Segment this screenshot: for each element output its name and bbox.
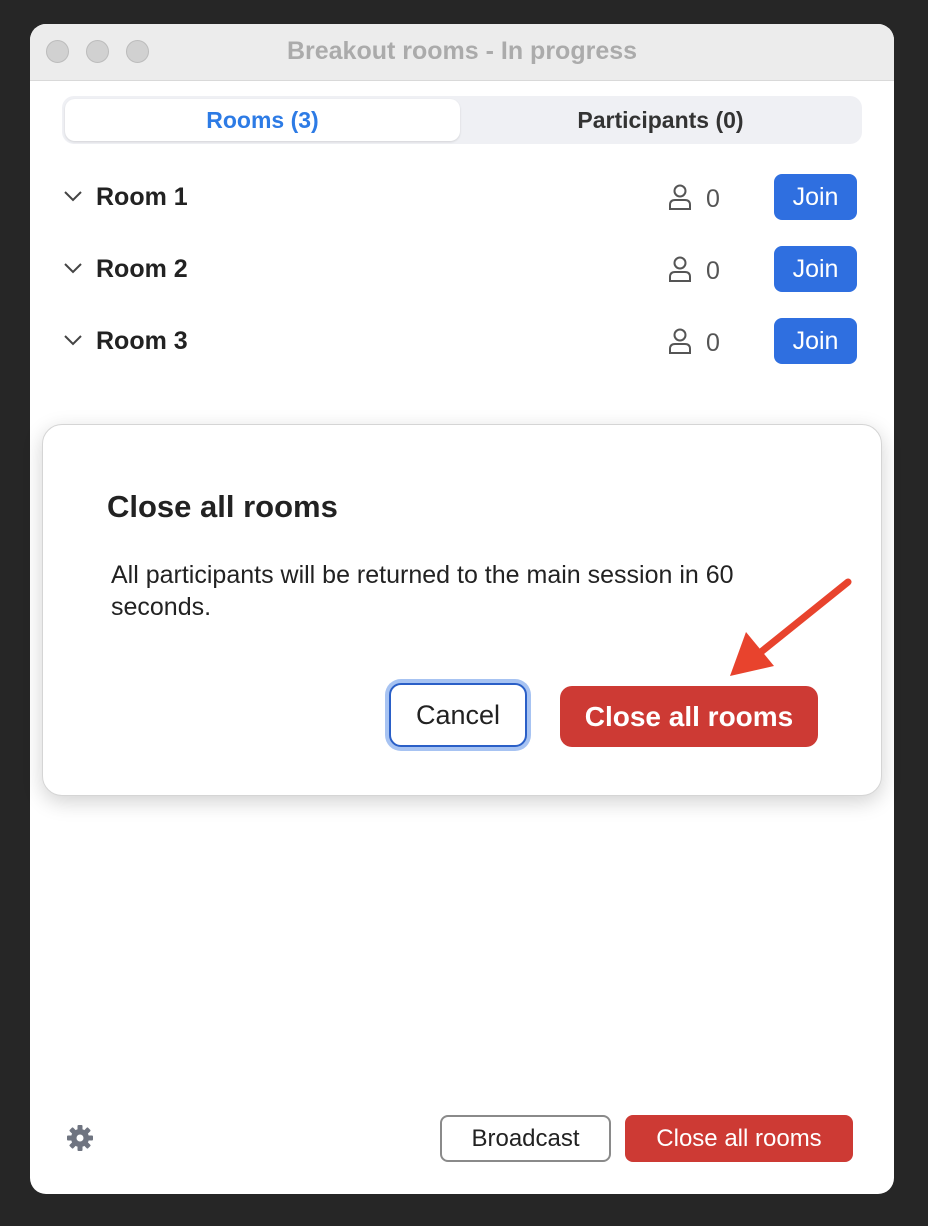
participant-count: 0 — [706, 329, 720, 357]
join-room-button[interactable]: Join — [774, 318, 857, 364]
room-row: Room 2 0 Join — [62, 245, 862, 293]
participant-count: 0 — [706, 185, 720, 213]
tab-rooms[interactable]: Rooms (3) — [65, 99, 460, 141]
gear-icon[interactable] — [66, 1124, 94, 1152]
chevron-down-icon[interactable] — [62, 185, 84, 207]
person-icon — [669, 256, 691, 282]
person-icon — [669, 328, 691, 354]
join-room-button[interactable]: Join — [774, 174, 857, 220]
arrow-icon — [730, 578, 852, 676]
room-name: Room 2 — [96, 255, 188, 283]
close-all-rooms-button[interactable]: Close all rooms — [625, 1115, 853, 1162]
dialog-title: Close all rooms — [107, 489, 338, 524]
tab-participants[interactable]: Participants (0) — [462, 99, 859, 141]
participant-count: 0 — [706, 257, 720, 285]
chevron-down-icon[interactable] — [62, 329, 84, 351]
dialog-message: All participants will be returned to the… — [111, 561, 734, 621]
cancel-button[interactable]: Cancel — [389, 683, 527, 747]
room-name: Room 1 — [96, 183, 188, 211]
join-room-button[interactable]: Join — [774, 246, 857, 292]
chevron-down-icon[interactable] — [62, 257, 84, 279]
title-bar: Breakout rooms - In progress — [30, 24, 894, 81]
broadcast-button[interactable]: Broadcast — [440, 1115, 611, 1162]
person-icon — [669, 184, 691, 210]
confirm-close-all-rooms-button[interactable]: Close all rooms — [560, 686, 818, 747]
room-row: Room 3 0 Join — [62, 317, 862, 365]
window-title: Breakout rooms - In progress — [286, 37, 638, 65]
tab-bar: Rooms (3) Participants (0) — [62, 96, 862, 144]
room-name: Room 3 — [96, 327, 188, 355]
room-row: Room 1 0 Join — [62, 173, 862, 221]
